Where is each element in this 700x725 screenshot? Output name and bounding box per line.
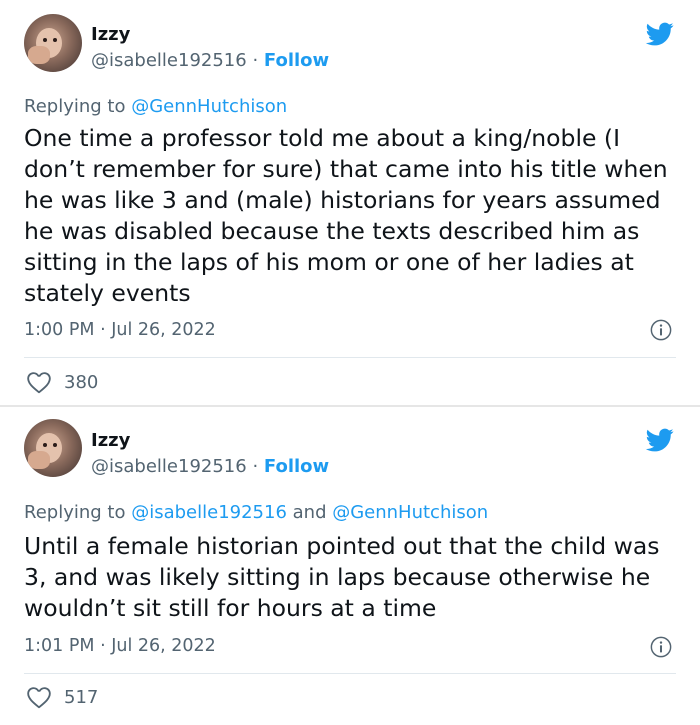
dot-separator: ·	[252, 456, 259, 477]
info-icon[interactable]	[650, 319, 672, 341]
author-name[interactable]: Izzy	[91, 430, 130, 451]
divider	[24, 673, 676, 674]
replying-to: Replying to @isabelle192516 and @GennHut…	[24, 502, 488, 523]
author-handle[interactable]: @isabelle192516	[91, 50, 247, 71]
heart-icon[interactable]	[26, 370, 52, 394]
tweet-text: One time a professor told me about a kin…	[24, 124, 668, 307]
author-name[interactable]: Izzy	[91, 24, 130, 45]
author-handle-line: @isabelle192516 · Follow	[91, 50, 329, 71]
author-handle-line: @isabelle192516 · Follow	[91, 456, 329, 477]
follow-button[interactable]: Follow	[264, 456, 329, 477]
avatar[interactable]	[24, 14, 82, 72]
follow-button[interactable]: Follow	[264, 50, 329, 71]
replying-to-label: Replying to	[24, 96, 132, 117]
replying-to-joiner: and	[286, 502, 333, 523]
replying-to-label: Replying to	[24, 502, 132, 523]
like-count: 380	[64, 371, 99, 393]
mention-link[interactable]: @GennHutchison	[131, 96, 287, 117]
like-button[interactable]: 517	[26, 685, 98, 709]
mention-link[interactable]: @isabelle192516	[131, 502, 287, 523]
like-count: 517	[64, 686, 99, 708]
like-button[interactable]: 380	[26, 370, 98, 394]
tweet-text: Until a female historian pointed out tha…	[24, 532, 660, 622]
dot-separator: ·	[252, 50, 259, 71]
avatar[interactable]	[24, 419, 82, 477]
replying-to: Replying to @GennHutchison	[24, 96, 287, 117]
heart-icon[interactable]	[26, 685, 52, 709]
tweet-card: Izzy @isabelle192516 · Follow Replying t…	[0, 407, 700, 725]
info-icon[interactable]	[650, 636, 672, 658]
twitter-bird-icon[interactable]	[644, 20, 676, 48]
mention-link[interactable]: @GennHutchison	[332, 502, 488, 523]
tweet-card: Izzy @isabelle192516 · Follow Replying t…	[0, 0, 700, 405]
divider	[24, 357, 676, 358]
twitter-bird-icon[interactable]	[644, 426, 676, 454]
tweet-timestamp[interactable]: 1:00 PM · Jul 26, 2022	[24, 320, 216, 340]
author-handle[interactable]: @isabelle192516	[91, 456, 247, 477]
tweet-timestamp[interactable]: 1:01 PM · Jul 26, 2022	[24, 636, 216, 656]
